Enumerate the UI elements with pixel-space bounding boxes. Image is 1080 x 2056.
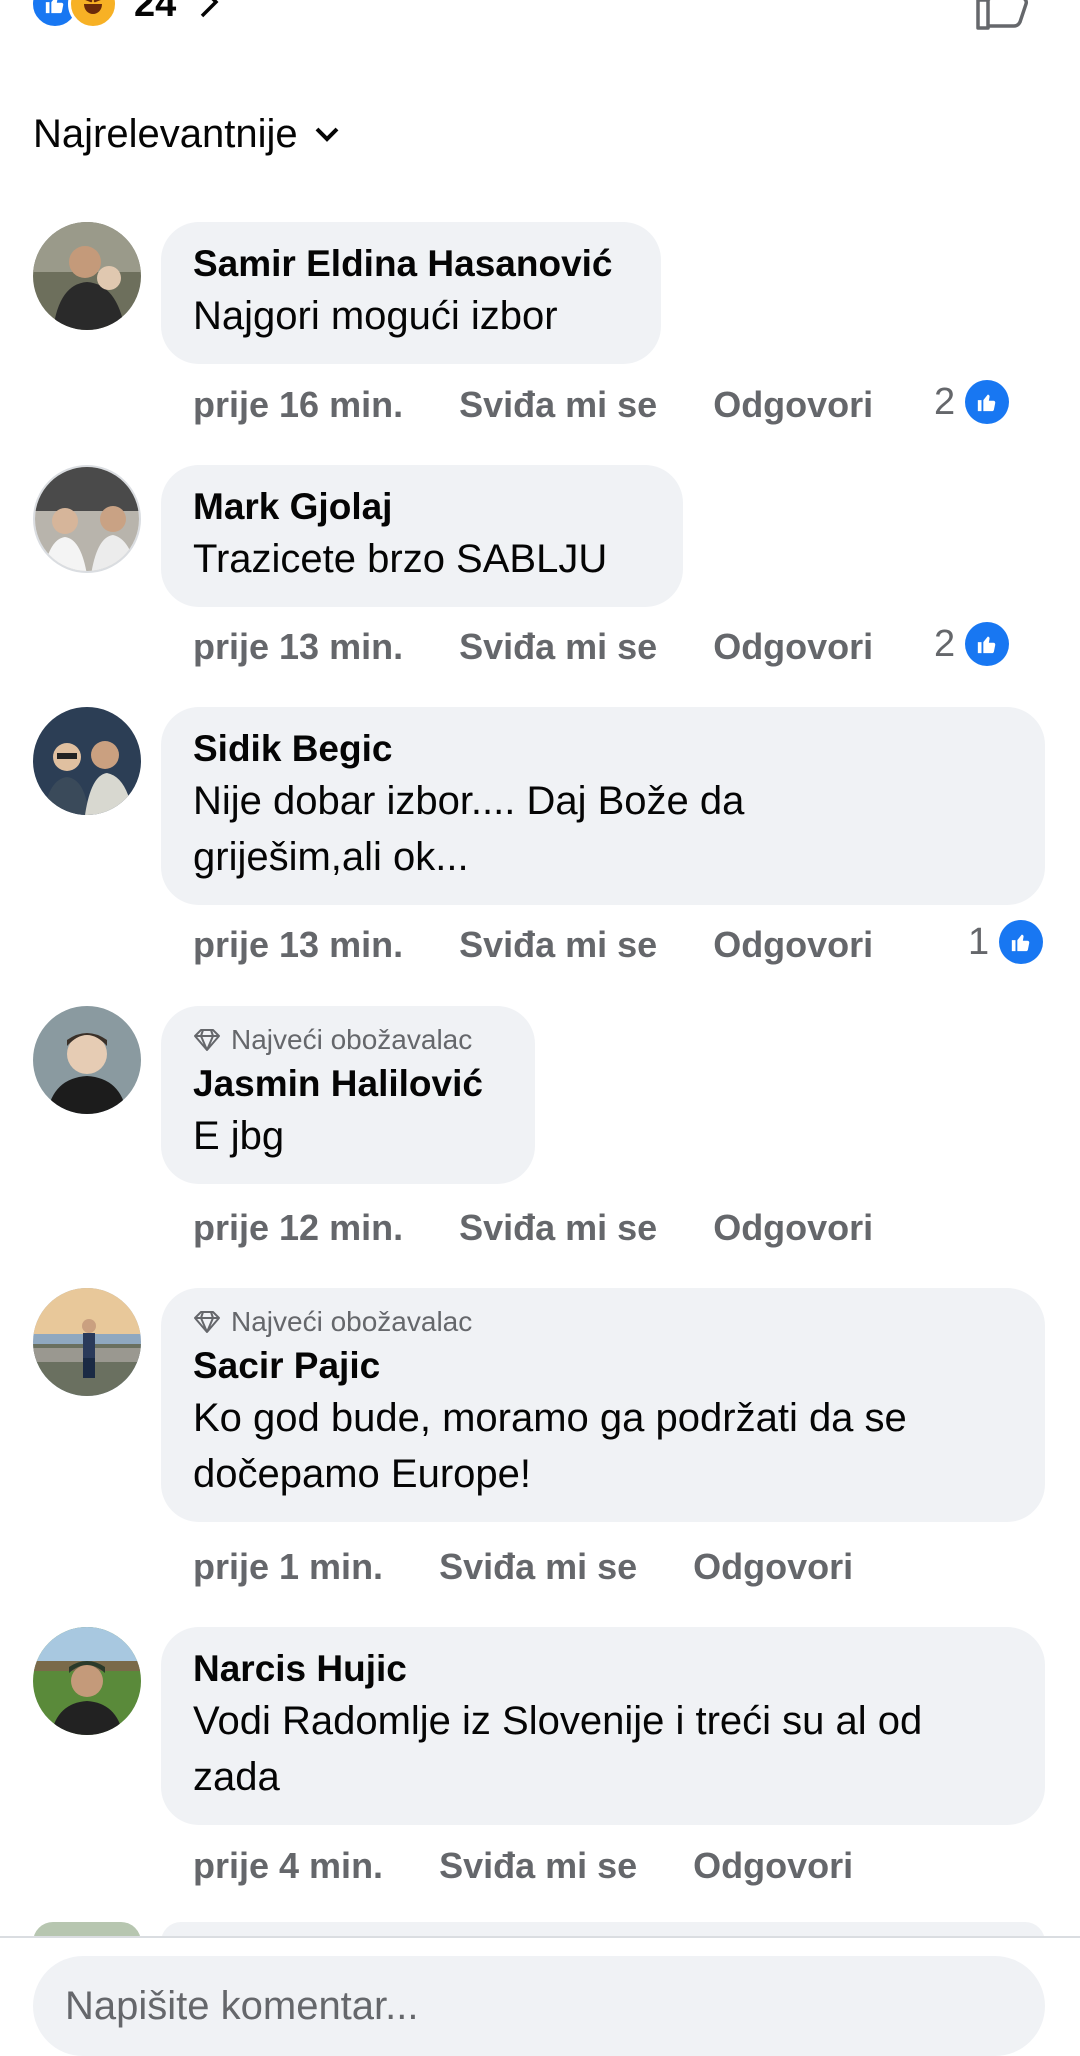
reply-button[interactable]: Odgovori <box>713 626 873 668</box>
comment-author[interactable]: Samir Eldina Hasanović <box>193 240 629 288</box>
avatar[interactable] <box>33 1006 141 1114</box>
comment-text: E jbg <box>193 1114 285 1158</box>
top-fan-badge: Najveći obožavalac <box>193 1024 503 1056</box>
comment-author[interactable]: Sacir Pajic <box>193 1342 1013 1390</box>
comment-time[interactable]: prije 13 min. <box>193 626 403 668</box>
like-outline-icon[interactable] <box>974 0 1030 35</box>
like-button[interactable]: Sviđa mi se <box>459 924 657 966</box>
comment-text: Vodi Radomlje iz Slovenije i treći su al… <box>193 1699 923 1799</box>
comment-author[interactable]: Narcis Hujic <box>193 1645 1013 1693</box>
reply-button[interactable]: Odgovori <box>713 1207 873 1249</box>
comment-time[interactable]: prije 13 min. <box>193 924 403 966</box>
diamond-icon <box>194 1029 220 1051</box>
like-icon <box>999 920 1044 964</box>
like-button[interactable]: Sviđa mi se <box>459 1207 657 1249</box>
comment-composer <box>0 1936 1080 2056</box>
like-icon <box>965 622 1010 666</box>
comment-time[interactable]: prije 12 min. <box>193 1207 403 1249</box>
comment-text: Nije dobar izbor.... Daj Bože da griješi… <box>193 779 745 879</box>
like-button[interactable]: Sviđa mi se <box>459 626 657 668</box>
comment-bubble[interactable]: Mark Gjolaj Trazicete brzo SABLJU <box>161 465 683 607</box>
reply-button[interactable]: Odgovori <box>693 1546 853 1588</box>
top-fan-badge: Najveći obožavalac <box>193 1306 1013 1338</box>
comment-bubble[interactable]: Narcis Hujic Vodi Radomlje iz Slovenije … <box>161 1627 1045 1825</box>
comment-reactions[interactable]: 2 <box>934 380 1010 424</box>
sort-label: Najrelevantnije <box>33 112 298 156</box>
comment-author[interactable]: Mark Gjolaj <box>193 483 651 531</box>
comment-text: Trazicete brzo SABLJU <box>193 537 608 581</box>
comment-bubble[interactable]: Najveći obožavalac Jasmin Halilović E jb… <box>161 1006 535 1184</box>
reaction-count: 2 <box>934 622 956 665</box>
comment-time[interactable]: prije 4 min. <box>193 1845 383 1887</box>
chevron-right-icon <box>198 0 220 25</box>
chevron-down-icon <box>315 127 339 142</box>
reaction-count: 24 <box>134 0 177 25</box>
like-icon <box>965 380 1010 424</box>
like-button[interactable]: Sviđa mi se <box>439 1546 637 1588</box>
reply-button[interactable]: Odgovori <box>713 924 873 966</box>
comment-author[interactable]: Sidik Begic <box>193 725 1013 773</box>
reaction-count: 2 <box>934 380 956 423</box>
avatar[interactable] <box>33 222 141 330</box>
like-button[interactable]: Sviđa mi se <box>459 384 657 426</box>
avatar[interactable] <box>33 1288 141 1396</box>
comment-text: Najgori mogući izbor <box>193 294 558 338</box>
comment-bubble[interactable]: Najveći obožavalac Sacir Pajic Ko god bu… <box>161 1288 1045 1522</box>
avatar[interactable] <box>33 707 141 815</box>
comment-time[interactable]: prije 16 min. <box>193 384 403 426</box>
badge-label: Najveći obožavalac <box>231 1024 473 1055</box>
avatar[interactable] <box>33 465 141 573</box>
comment-author[interactable]: Jasmin Halilović <box>193 1060 503 1108</box>
avatar[interactable] <box>33 1627 141 1735</box>
comment-bubble[interactable]: Samir Eldina Hasanović Najgori mogući iz… <box>161 222 661 364</box>
reply-button[interactable]: Odgovori <box>713 384 873 426</box>
comment-text: Ko god bude, moramo ga podržati da se do… <box>193 1396 907 1496</box>
haha-icon <box>68 0 118 29</box>
comment-reactions[interactable]: 1 <box>968 920 1044 964</box>
comment-bubble[interactable]: Sidik Begic Nije dobar izbor.... Daj Bož… <box>161 707 1045 905</box>
comment-input[interactable] <box>33 1956 1045 2056</box>
badge-label: Najveći obožavalac <box>231 1306 473 1337</box>
reply-button[interactable]: Odgovori <box>693 1845 853 1887</box>
like-button[interactable]: Sviđa mi se <box>439 1845 637 1887</box>
comment-time[interactable]: prije 1 min. <box>193 1546 383 1588</box>
reaction-summary[interactable]: 24 <box>30 0 220 30</box>
reaction-count: 1 <box>968 920 990 963</box>
diamond-icon <box>194 1311 220 1333</box>
sort-dropdown[interactable]: Najrelevantnije <box>33 112 340 157</box>
comment-reactions[interactable]: 2 <box>934 622 1010 666</box>
